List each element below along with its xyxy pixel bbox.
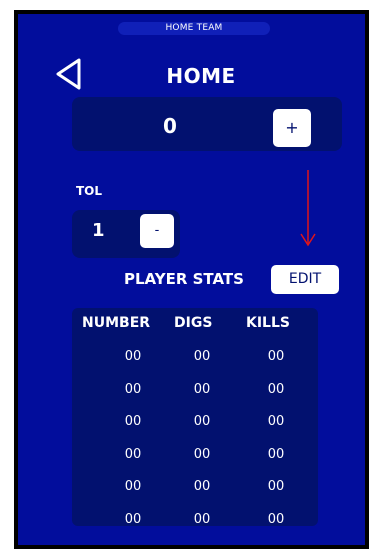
stat-cell-digs: 00	[193, 447, 211, 462]
stat-cell-kills: 00	[267, 414, 285, 429]
team-pill: HOME TEAM	[118, 22, 270, 35]
stat-cell-digs: 00	[193, 382, 211, 397]
stat-cell-kills: 00	[267, 447, 285, 462]
stat-cell-kills: 00	[267, 479, 285, 494]
stat-cell-number: 00	[124, 447, 142, 462]
stat-cell-digs: 00	[193, 349, 211, 364]
tol-value: 1	[92, 220, 105, 241]
column-header-digs: DIGS	[174, 315, 213, 331]
stat-cell-number: 00	[124, 414, 142, 429]
stat-cell-number: 00	[124, 512, 142, 527]
stat-cell-kills: 00	[267, 349, 285, 364]
edit-stats-button[interactable]: EDIT	[271, 265, 339, 294]
column-header-kills: KILLS	[246, 315, 290, 331]
stat-cell-digs: 00	[193, 414, 211, 429]
player-stats-title: PLAYER STATS	[124, 270, 244, 288]
score-value: 0	[163, 114, 177, 138]
increment-score-button[interactable]: +	[273, 109, 311, 147]
stat-cell-kills: 00	[267, 512, 285, 527]
down-arrow-icon	[300, 170, 316, 247]
stat-cell-number: 00	[124, 382, 142, 397]
page-title: HOME	[166, 64, 236, 88]
column-header-number: NUMBER	[82, 315, 151, 331]
stat-cell-number: 00	[124, 479, 142, 494]
stat-cell-digs: 00	[193, 512, 211, 527]
stat-cell-digs: 00	[193, 479, 211, 494]
tol-label: TOL	[76, 184, 103, 198]
stat-cell-kills: 00	[267, 382, 285, 397]
stat-cell-number: 00	[124, 349, 142, 364]
decrement-tol-button[interactable]: -	[140, 214, 174, 248]
